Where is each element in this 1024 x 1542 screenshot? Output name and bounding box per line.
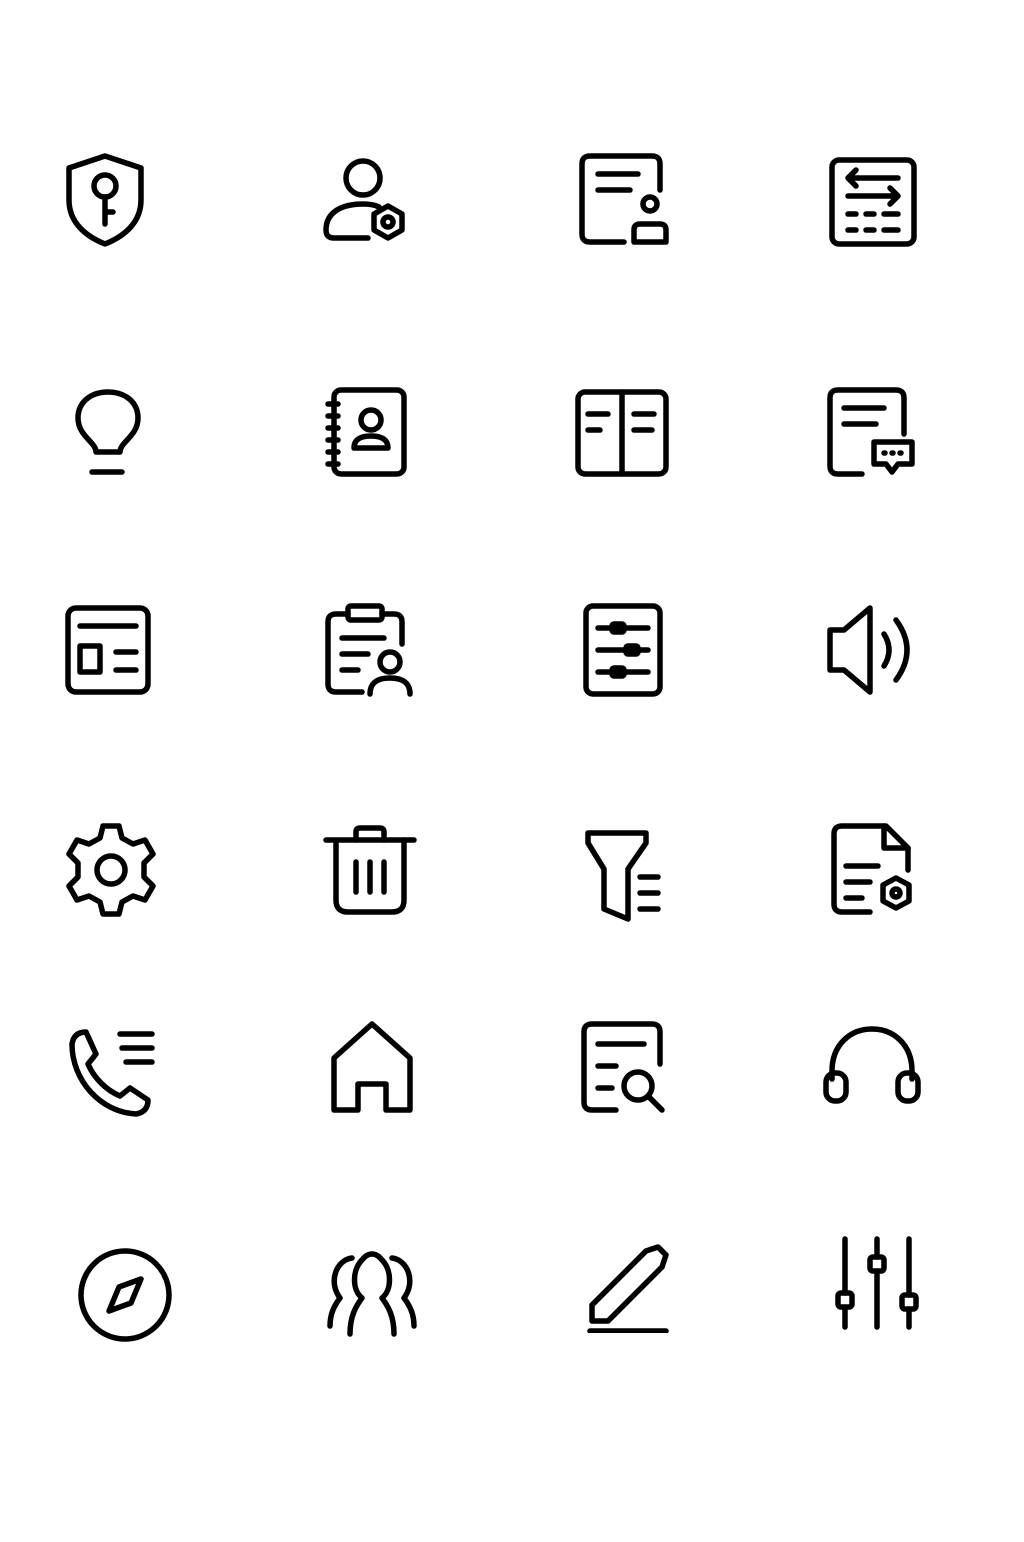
edit-pencil-icon	[578, 1233, 678, 1333]
user-group-icon	[322, 1242, 422, 1342]
home-icon	[322, 1018, 422, 1118]
document-sliders-icon	[572, 600, 672, 700]
speaker-icon	[822, 600, 922, 700]
document-chat-icon	[822, 382, 922, 482]
open-book-icon	[572, 382, 672, 482]
compass-icon	[75, 1245, 175, 1345]
headphones-icon	[822, 1015, 922, 1115]
contact-book-icon	[318, 382, 418, 482]
news-layout-icon	[58, 600, 158, 700]
document-user-icon	[572, 150, 672, 250]
document-search-icon	[572, 1018, 672, 1118]
lightbulb-icon	[58, 382, 158, 482]
shield-key-icon	[55, 150, 155, 250]
clipboard-user-icon	[318, 600, 418, 700]
document-settings-icon	[822, 820, 922, 920]
user-settings-icon	[318, 150, 418, 250]
filter-list-icon	[572, 825, 672, 925]
table-exchange-icon	[822, 150, 922, 250]
gear-icon	[61, 820, 161, 920]
sliders-icon	[827, 1233, 927, 1333]
phone-list-icon	[60, 1020, 160, 1120]
trash-icon	[320, 820, 420, 920]
